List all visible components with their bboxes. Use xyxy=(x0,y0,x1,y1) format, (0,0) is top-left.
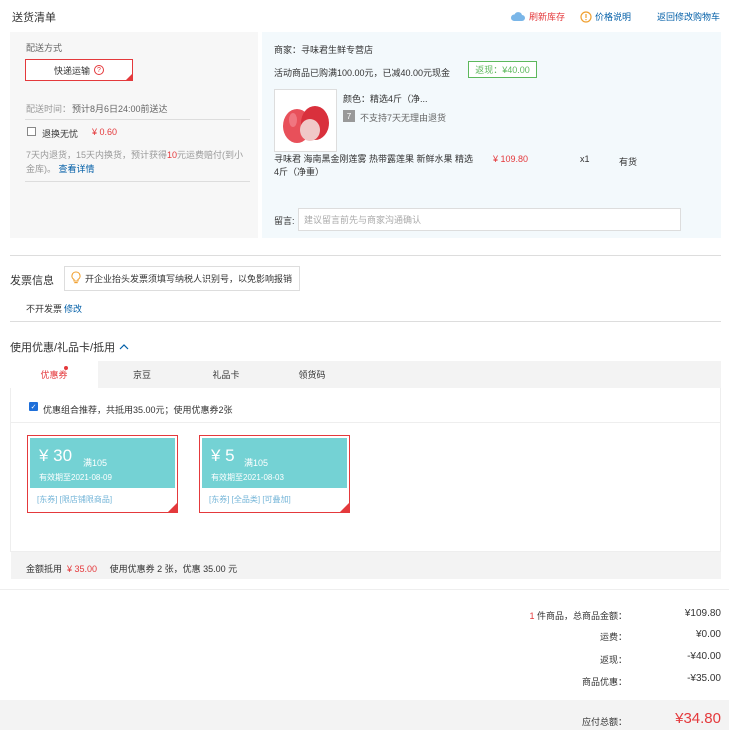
coupon-amount: ¥ 30 xyxy=(39,446,73,465)
promo-text: 活动商品已购满100.00元，已减40.00元现金 xyxy=(274,68,451,78)
shipping-method-button[interactable]: 快递运输 ? xyxy=(25,59,133,81)
discount-value: -¥35.00 xyxy=(687,673,721,684)
summary-suffix: 使用优惠券 2 张，优惠 35.00 元 xyxy=(109,564,238,574)
return-insurance-price: ¥ 0.60 xyxy=(92,127,118,137)
invoice-tip-text: 开企业抬头发票须填写纳税人识别号，以免影响报销 xyxy=(85,274,293,284)
coupon-section-title: 使用优惠/礼品卡/抵用 xyxy=(10,342,116,354)
tab-label: 优惠券 xyxy=(40,370,68,380)
return-desc-amount: 10 xyxy=(167,150,178,160)
items-total-label: 1 件商品，总商品金额： xyxy=(529,609,627,622)
tab-label: 京豆 xyxy=(132,370,151,380)
divider xyxy=(0,589,729,590)
coupon-summary: 金额抵用 ¥ 35.00 使用优惠券 2 张，优惠 35.00 元 xyxy=(26,562,237,575)
selected-corner-mark xyxy=(167,502,178,513)
return-details-link[interactable]: 查看详情 xyxy=(59,164,95,174)
back-to-cart-link[interactable]: 返回修改购物车 xyxy=(657,10,720,23)
divider xyxy=(25,119,250,120)
tab-label: 礼品卡 xyxy=(212,370,240,380)
freight-label: 运费： xyxy=(599,632,627,642)
return-insurance-description: 7天内退货，15天内换货，预计获得10元运费赔付(到小金库)。 查看详情 xyxy=(26,148,248,176)
cloud-icon xyxy=(510,11,526,22)
refresh-stock-label: 刷新库存 xyxy=(529,12,566,22)
combo-recommend-text: 优惠组合推荐，共抵用35.00元；使用优惠券2张 xyxy=(43,405,233,415)
chevron-up-icon xyxy=(119,341,129,353)
tab-label: 领货码 xyxy=(298,370,326,380)
remark-input[interactable] xyxy=(298,208,681,231)
cashback-label: 返现： xyxy=(599,655,627,665)
return-desc-text: 7天内退货，15天内换货，预计获得 xyxy=(26,150,168,160)
shipping-method-label: 配送方式 xyxy=(26,43,63,53)
help-icon[interactable]: ? xyxy=(94,65,104,75)
combo-recommend-checkbox[interactable]: ✓ xyxy=(29,402,38,411)
coupon-condition: 满105 xyxy=(83,458,108,468)
coupon-tabs: 优惠券 京豆 礼品卡 领货码 xyxy=(10,361,721,388)
coupon-condition: 满105 xyxy=(244,458,269,468)
coupon-header: ¥ 30 满105 有效期至2021-08-09 xyxy=(30,438,175,488)
product-stock: 有货 xyxy=(619,157,638,167)
invoice-edit-link[interactable]: 修改 xyxy=(64,302,82,315)
summary-prefix: 金额抵用 xyxy=(26,564,63,574)
coupon-expiry: 有效期至2021-08-03 xyxy=(211,473,284,482)
product-name[interactable]: 寻味君 海南黑金刚莲雾 热带露莲果 新鲜水果 精选4斤（净重） xyxy=(274,153,474,179)
remark-label: 留言: xyxy=(274,216,295,226)
divider xyxy=(10,321,721,322)
shipping-method-value: 快递运输 xyxy=(53,65,90,76)
discount-label: 商品优惠： xyxy=(581,677,627,687)
price-info-label: 价格说明 xyxy=(595,12,632,22)
return-insurance-label: 退换无忧 xyxy=(42,129,79,139)
grand-total-label: 应付总额： xyxy=(581,717,627,727)
coupon-card[interactable]: ¥ 5 满105 有效期至2021-08-03 [东券] [全品类] [可叠加] xyxy=(199,435,350,513)
product-image[interactable] xyxy=(274,89,337,152)
summary-amount: ¥ 35.00 xyxy=(67,564,98,574)
no-return-text: 不支持7天无理由退货 xyxy=(360,113,447,123)
lightbulb-icon xyxy=(71,271,81,286)
tab-gift-card[interactable]: 礼品卡 xyxy=(182,361,270,388)
coupon-tags: [东券] [限店铺限商品] xyxy=(37,495,113,504)
merchant-name[interactable]: 商家：寻味君生鲜专营店 xyxy=(274,43,373,56)
divider xyxy=(25,181,250,182)
refresh-stock-link[interactable]: 刷新库存 xyxy=(510,10,565,23)
items-count: 1 xyxy=(529,611,535,621)
grand-total-value: ¥34.80 xyxy=(675,710,721,727)
shipping-time-value: 预计8月6日24:00前送达 xyxy=(72,104,168,114)
tab-jingdou[interactable]: 京豆 xyxy=(98,361,186,388)
invoice-title: 发票信息 xyxy=(10,275,54,287)
price-info-link[interactable]: 价格说明 xyxy=(580,10,631,23)
coupon-amount: ¥ 5 xyxy=(211,446,235,465)
return-insurance-checkbox[interactable] xyxy=(27,127,36,136)
items-label: 件商品，总商品金额： xyxy=(536,611,627,621)
invoice-tip: 开企业抬头发票须填写纳税人识别号，以免影响报销 xyxy=(64,266,300,291)
invoice-status: 不开发票 xyxy=(26,304,63,314)
no-return-icon: 7 xyxy=(343,110,355,122)
cashback-badge: 返现：¥40.00 xyxy=(468,61,537,78)
coupon-expiry: 有效期至2021-08-09 xyxy=(39,473,112,482)
divider xyxy=(11,422,720,423)
coupon-section-toggle[interactable]: 使用优惠/礼品卡/抵用 xyxy=(10,339,129,355)
warning-icon xyxy=(580,10,592,23)
divider xyxy=(10,255,721,256)
items-total-value: ¥109.80 xyxy=(684,608,721,619)
selected-corner-mark xyxy=(339,502,350,513)
selected-corner-mark xyxy=(125,73,133,81)
cashback-value: -¥40.00 xyxy=(687,651,721,662)
tab-pickup-code[interactable]: 领货码 xyxy=(268,361,356,388)
coupon-tags: [东券] [全品类] [可叠加] xyxy=(209,495,291,504)
freight-value: ¥0.00 xyxy=(695,629,721,640)
coupon-header: ¥ 5 满105 有效期至2021-08-03 xyxy=(202,438,347,488)
product-price: ¥ 109.80 xyxy=(493,154,529,164)
product-quantity: x1 xyxy=(580,154,590,164)
new-dot xyxy=(64,366,68,370)
product-color: 颜色：精选4斤（净... xyxy=(343,94,428,104)
coupon-card[interactable]: ¥ 30 满105 有效期至2021-08-09 [东券] [限店铺限商品] xyxy=(27,435,178,513)
section-title: 送货清单 xyxy=(12,12,56,24)
shipping-time-label: 配送时间： xyxy=(26,104,72,114)
tab-coupons[interactable]: 优惠券 xyxy=(10,361,98,388)
